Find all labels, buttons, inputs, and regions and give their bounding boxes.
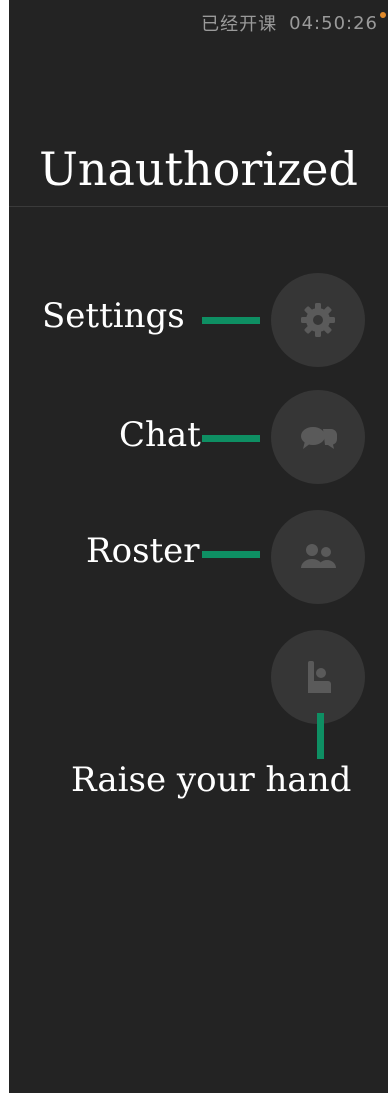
chat-annotation-line xyxy=(202,435,260,442)
gear-icon xyxy=(301,303,335,337)
settings-annotation-label: Settings xyxy=(42,296,185,336)
settings-annotation-line xyxy=(202,317,260,324)
classroom-side-panel: 已经开课 04:50:26 Unauthorized Settings Chat xyxy=(9,0,388,1093)
class-state-text: 已经开课 xyxy=(201,14,278,35)
chat-annotation-label: Chat xyxy=(119,415,201,455)
status-dot xyxy=(380,12,386,18)
divider xyxy=(9,206,388,207)
roster-annotation-line xyxy=(202,551,260,558)
raise-hand-annotation-line xyxy=(317,713,324,759)
chat-bubbles-icon xyxy=(301,427,337,449)
raise-hand-annotation-label: Raise your hand xyxy=(71,760,352,800)
raise-hand-button[interactable] xyxy=(271,630,365,724)
people-icon xyxy=(301,544,336,568)
settings-button[interactable] xyxy=(271,273,365,367)
status-bar: 已经开课 04:50:26 xyxy=(201,10,378,36)
raised-hand-icon xyxy=(308,661,331,693)
elapsed-time: 04:50:26 xyxy=(289,12,378,34)
page-title: Unauthorized xyxy=(39,142,358,196)
roster-button[interactable] xyxy=(271,510,365,604)
roster-annotation-label: Roster xyxy=(86,531,200,571)
chat-button[interactable] xyxy=(271,390,365,484)
